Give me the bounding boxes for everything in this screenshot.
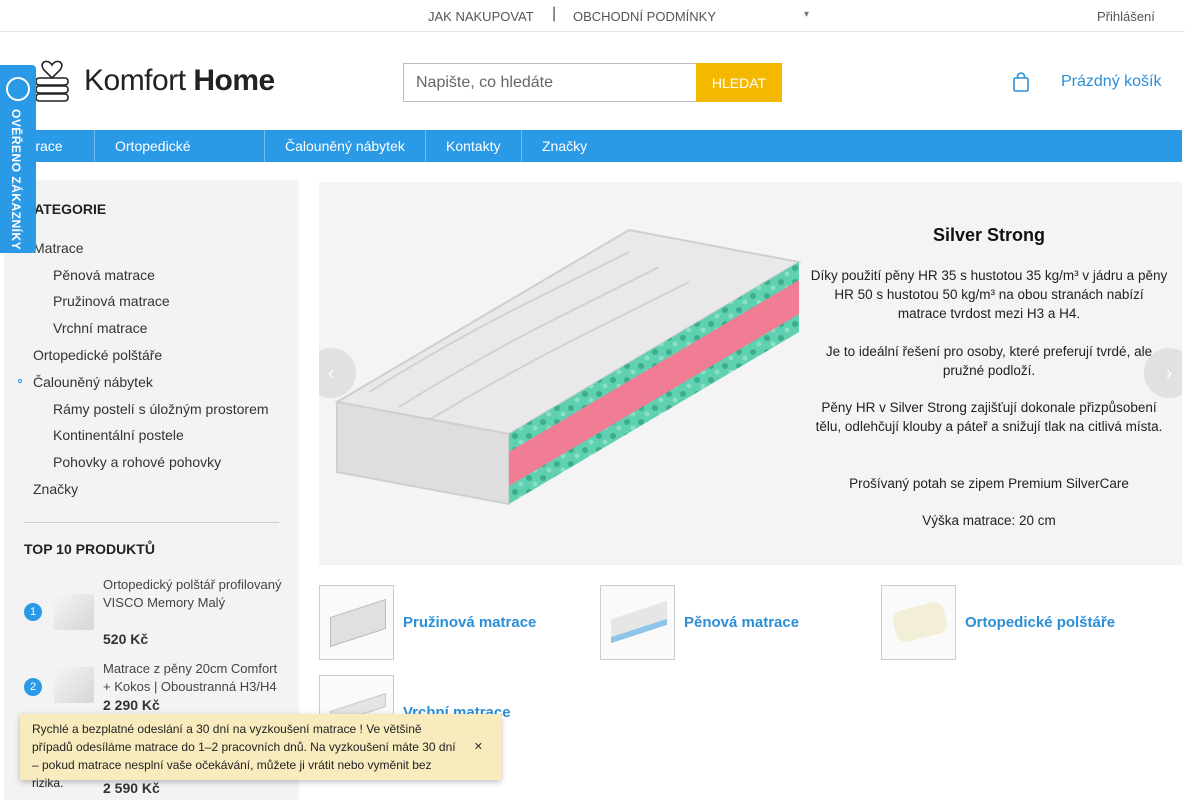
product-price: 2 290 Kč (103, 697, 160, 713)
close-icon[interactable]: ✕ (474, 738, 483, 756)
product-title[interactable]: Ortopedický polštář profilovaný VISCO Me… (103, 576, 283, 612)
logo-text: Komfort Home (84, 64, 275, 98)
logo-text-bold: Home (193, 64, 275, 97)
verified-seal-icon (6, 77, 30, 101)
link-obchodni-podminky[interactable]: Obchodní podmínky (573, 9, 716, 24)
category-tile-penova[interactable]: Pěnová matrace (600, 585, 799, 660)
chevron-right-icon[interactable]: › (1144, 348, 1182, 398)
banner-paragraph: Je to ideální řešení pro osoby, které pr… (825, 344, 1153, 378)
tile-label[interactable]: Pružinová matrace (403, 614, 536, 631)
product-price: 520 Kč (103, 631, 149, 647)
nav-item-label: Značky (542, 138, 588, 154)
sidebar-item-calouneny-nabytek[interactable]: Čalouněný nábytek (33, 374, 153, 390)
popup-text: Rychlé a bezplatné odeslání a 30 dní na … (32, 722, 456, 790)
sidebar-item-ortopedicke-polstare[interactable]: Ortopedické polštáře (33, 347, 162, 363)
tile-image[interactable] (881, 585, 956, 660)
tile-mattress-shape (330, 598, 386, 648)
category-tile-pruzinova[interactable]: Pružinová matrace (319, 585, 536, 660)
banner-paragraph: Pěny HR v Silver Strong zajišťují dokona… (815, 400, 1163, 434)
banner-paragraph: Díky použití pěny HR 35 s hustotou 35 kg… (810, 268, 1168, 321)
sidebar-item-matrace[interactable]: Matrace (33, 240, 84, 256)
logo-text-light: Komfort (84, 64, 194, 97)
login-link[interactable]: Přihlášení (1097, 9, 1155, 24)
tile-mattress-shape (611, 600, 667, 644)
sidebar-item-pohovky[interactable]: Pohovky a rohové pohovky (53, 454, 221, 470)
chevron-down-icon[interactable]: ▾ (804, 9, 809, 20)
sidebar-item-kontinentalni-postele[interactable]: Kontinentální postele (53, 427, 184, 443)
nav-item-znacky[interactable]: Značky (522, 130, 612, 162)
product-thumbnail[interactable] (54, 667, 94, 703)
sidebar-item-znacky[interactable]: Značky (33, 481, 78, 497)
product-price: 2 590 Kč (103, 780, 160, 796)
nav-item-label: Ortopedické polštáře (115, 138, 191, 186)
logo-icon (35, 60, 69, 102)
shopping-bag-icon[interactable] (1013, 72, 1029, 92)
tile-image[interactable] (319, 585, 394, 660)
product-title[interactable]: Matrace z pěny 20cm Comfort + Kokos | Ob… (103, 660, 283, 696)
main-nav: Matrace Ortopedické polštáře Čalouněný n… (0, 130, 1182, 186)
sidebar-item-vrchni-matrace[interactable]: Vrchní matrace (53, 320, 147, 336)
sidebar-item-ramy-posteli[interactable]: Rámy postelí s úložným prostorem (53, 401, 269, 417)
search-button[interactable]: Hledat (696, 63, 782, 102)
nav-item-label: Čalouněný nábytek (285, 138, 405, 154)
tile-image[interactable] (600, 585, 675, 660)
verified-badge[interactable]: OVĚŘENO ZÁKAZNÍKY (0, 65, 36, 253)
rank-badge: 2 (24, 678, 42, 696)
nav-item-calouneny-nabytek[interactable]: Čalouněný nábytek (265, 130, 426, 162)
sidebar-item-penova-matrace[interactable]: Pěnová matrace (53, 267, 155, 283)
top-bar: Jak nakupovat | Obchodní podmínky ▾ Přih… (0, 0, 1185, 32)
banner-paragraph: Výška matrace: 20 cm (922, 513, 1056, 528)
cart-link[interactable]: Prázdný košík (1061, 73, 1161, 91)
top-products-title: TOP 10 PRODUKTŮ (24, 541, 155, 557)
hero-banner[interactable]: Silver Strong Díky použití pěny HR 35 s … (319, 182, 1182, 565)
product-thumbnail[interactable] (54, 594, 94, 630)
nav-item-kontakty[interactable]: Kontakty (426, 130, 522, 162)
verified-badge-label: OVĚŘENO ZÁKAZNÍKY (9, 109, 23, 251)
sidebar-divider (24, 522, 279, 523)
sidebar: Kategorie Matrace Pěnová matrace Pružino… (4, 180, 299, 800)
categories-title: Kategorie (24, 201, 107, 217)
logo[interactable]: Komfort Home (34, 56, 275, 106)
link-jak-nakupovat[interactable]: Jak nakupovat (428, 9, 534, 24)
expand-dot-icon[interactable] (18, 379, 22, 383)
mattress-image (334, 228, 802, 506)
sidebar-item-pruzinova-matrace[interactable]: Pružinová matrace (53, 293, 170, 309)
banner-title: Silver Strong (932, 225, 1046, 245)
tile-pillow-shape (890, 600, 950, 644)
rank-badge: 1 (24, 603, 42, 621)
search-input[interactable] (403, 63, 697, 102)
category-tile-polstare[interactable]: Ortopedické polštáře (881, 585, 1115, 660)
tile-label[interactable]: Ortopedické polštáře (965, 614, 1115, 631)
shipping-info-popup: Rychlé a bezplatné odeslání a 30 dní na … (20, 714, 501, 790)
header: Komfort Home Hledat Prázdný košík (0, 32, 1185, 130)
nav-item-label: Kontakty (446, 138, 501, 154)
nav-item-ortopedicke-polstare[interactable]: Ortopedické polštáře (95, 130, 265, 186)
tile-label[interactable]: Pěnová matrace (684, 614, 799, 631)
topbar-separator: | (552, 5, 557, 22)
banner-paragraph: Prošívaný potah se zipem Premium SilverC… (849, 476, 1129, 491)
